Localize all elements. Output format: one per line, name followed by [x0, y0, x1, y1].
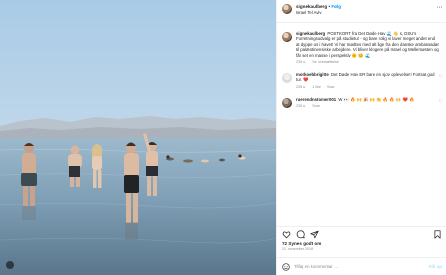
comment-meta: 235 u. Svar — [296, 104, 439, 108]
comment-username[interactable]: signekaulberg — [296, 31, 325, 36]
comment-meta: 235 u. 1 like Svar — [296, 85, 439, 89]
comment-input[interactable] — [294, 264, 414, 269]
comment-username[interactable]: morkoebbrigitte — [296, 72, 329, 77]
comment-item: morkoebbrigitte Det Døde Hav ER bare en … — [277, 72, 446, 89]
author-info: signekaulberg • Følg Israel Tel Aviv — [296, 4, 341, 16]
caption-text: signekaulberg POSTKORT fra Det Døde Hav … — [296, 31, 439, 58]
comment-heart-icon[interactable]: ♡ — [439, 75, 443, 80]
add-comment-bar: Slå op — [277, 257, 446, 275]
post-date: 21. november 2018 — [282, 247, 313, 251]
comment-text: morkoebbrigitte Det Døde Hav ER bare en … — [296, 72, 439, 83]
instagram-post-dialog: signekaulberg • Følg Israel Tel Aviv ···… — [0, 0, 446, 275]
comment-meta: 235 u. Se oversættelse — [296, 60, 439, 64]
comment-username[interactable]: ruerendnstomer001 — [296, 97, 336, 102]
comment-heart-icon[interactable]: ♡ — [439, 99, 443, 105]
comment-text: ruerendnstomer001 W 👀 🔥 🙌 🎉 🙌 👏 🔥 🔥 🙌 ❤️… — [296, 97, 439, 102]
comment-likes[interactable]: 1 like — [312, 85, 321, 89]
comments-list[interactable]: signekaulberg POSTKORT fra Det Døde Hav … — [277, 27, 446, 225]
post-side-panel: signekaulberg • Følg Israel Tel Aviv ···… — [276, 0, 446, 275]
post-actions-bar — [277, 226, 446, 239]
likes-count[interactable]: 72 Synes godt om — [282, 241, 321, 246]
see-translation-link[interactable]: Se oversættelse — [312, 60, 339, 64]
post-photo[interactable] — [0, 0, 276, 275]
post-location[interactable]: Israel Tel Aviv — [296, 10, 341, 16]
more-horizontal-icon[interactable]: ··· — [437, 4, 443, 11]
comment-age: 235 u. — [296, 104, 307, 109]
comment-item: ruerendnstomer001 W 👀 🔥 🙌 🎉 🙌 👏 🔥 🔥 🙌 ❤️… — [277, 97, 446, 108]
comment-age: 235 u. — [296, 60, 307, 65]
comment-age: 235 u. — [296, 84, 307, 89]
reply-button[interactable]: Svar — [327, 85, 335, 89]
post-header: signekaulberg • Følg Israel Tel Aviv ··· — [277, 0, 446, 23]
comment-body: W 👀 🔥 🙌 🎉 🙌 👏 🔥 🔥 🙌 ❤️ 🔥 — [338, 96, 415, 102]
heart-icon[interactable] — [282, 230, 291, 239]
author-username[interactable]: signekaulberg — [296, 4, 327, 9]
post-comment-button[interactable]: Slå op — [428, 264, 442, 269]
caption-comment: signekaulberg POSTKORT fra Det Døde Hav … — [277, 31, 446, 64]
bookmark-icon[interactable] — [433, 229, 442, 239]
reply-button[interactable]: Svar — [312, 104, 320, 108]
commenter-avatar[interactable] — [282, 73, 292, 84]
commenter-avatar[interactable] — [282, 97, 292, 108]
smiley-icon[interactable] — [282, 262, 290, 271]
comment-icon[interactable] — [296, 229, 305, 239]
send-icon[interactable] — [310, 230, 319, 239]
separator-dot: • — [328, 4, 331, 9]
author-avatar[interactable] — [282, 4, 292, 14]
post-photo-illustration — [0, 0, 276, 275]
follow-button[interactable]: Følg — [331, 4, 341, 9]
author-avatar[interactable] — [282, 32, 292, 42]
